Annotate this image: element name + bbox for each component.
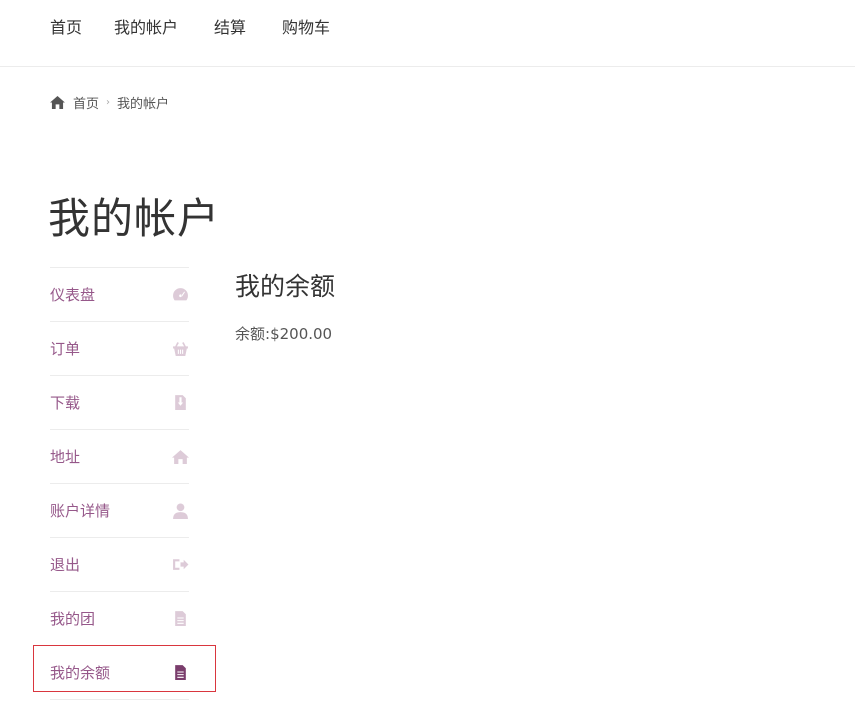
account-nav-label: 仪表盘 [50, 286, 96, 304]
home-icon[interactable] [50, 95, 65, 109]
file-download-icon [172, 394, 189, 411]
top-navigation: 首页 我的帐户 结算 购物车 [0, 0, 855, 67]
account-nav-label: 地址 [50, 448, 81, 466]
page-title: 我的帐户 [48, 194, 221, 243]
account-nav-label: 订单 [50, 340, 81, 358]
topnav-home-link[interactable]: 首页 [50, 17, 82, 39]
account-nav-account-details[interactable]: 账户详情 [50, 484, 189, 538]
account-nav-orders[interactable]: 订单 [50, 322, 189, 376]
account-content: 我的余额 余额:$200.00 [235, 270, 335, 344]
breadcrumb-home-link[interactable]: 首页 [73, 93, 99, 112]
breadcrumb-separator: › [106, 96, 111, 108]
account-nav-label: 退出 [50, 556, 81, 574]
account-nav-label: 我的团 [50, 610, 96, 628]
account-nav-downloads[interactable]: 下载 [50, 376, 189, 430]
account-nav-label: 账户详情 [50, 502, 111, 520]
sign-out-icon [172, 556, 189, 573]
balance-value: $200.00 [270, 325, 333, 343]
dashboard-icon [172, 286, 189, 303]
topnav-my-account-link[interactable]: 我的帐户 [114, 17, 178, 39]
user-icon [172, 502, 189, 519]
account-nav-addresses[interactable]: 地址 [50, 430, 189, 484]
topnav-checkout-link[interactable]: 结算 [214, 17, 246, 39]
account-nav-my-balance[interactable]: 我的余额 [50, 646, 189, 700]
topnav-cart-link[interactable]: 购物车 [282, 17, 330, 39]
account-nav-my-group[interactable]: 我的团 [50, 592, 189, 646]
account-nav-logout[interactable]: 退出 [50, 538, 189, 592]
account-nav-label: 我的余额 [50, 664, 111, 682]
breadcrumb-current: 我的帐户 [117, 96, 170, 112]
account-nav-label: 下载 [50, 394, 81, 412]
basket-icon [172, 340, 189, 357]
balance-line: 余额:$200.00 [235, 324, 335, 344]
balance-label: 余额: [235, 325, 271, 343]
breadcrumb: 首页 › 我的帐户 [50, 92, 169, 112]
document-icon [172, 664, 189, 681]
account-navigation: 仪表盘 订单 下载 地址 账户详情 退出 我的团 我的余额 [50, 267, 189, 700]
section-heading: 我的余额 [235, 272, 336, 301]
document-icon [172, 610, 189, 627]
home-icon [172, 448, 189, 465]
account-nav-dashboard[interactable]: 仪表盘 [50, 268, 189, 322]
